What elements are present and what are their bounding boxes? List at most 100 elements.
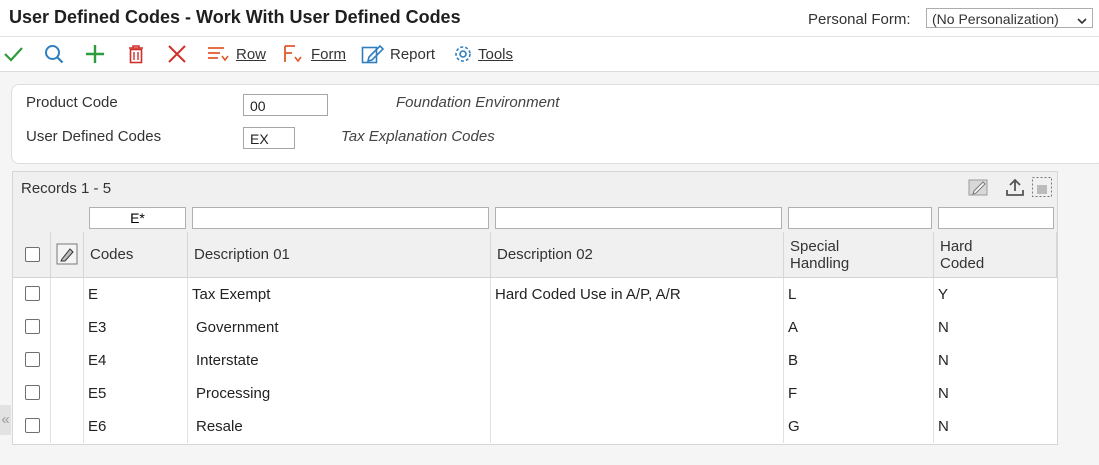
- personal-form-label: Personal Form:: [808, 11, 911, 28]
- row-desc02: [491, 377, 784, 410]
- qbe-desc02-input[interactable]: [495, 207, 782, 229]
- row-code: E3: [84, 311, 188, 344]
- ok-button[interactable]: [2, 41, 24, 67]
- expand-grid-icon[interactable]: [1031, 176, 1053, 203]
- form-menu-icon: [284, 45, 302, 63]
- search-icon: [45, 45, 64, 64]
- grid-header: Records 1 - 5: [13, 172, 1057, 205]
- close-icon: [168, 45, 186, 63]
- personal-form-value: (No Personalization): [932, 11, 1059, 27]
- row-desc02: [491, 311, 784, 344]
- form-menu[interactable]: Form: [281, 41, 346, 67]
- row-hard: N: [938, 352, 949, 369]
- qbe-row: [13, 204, 1057, 233]
- product-code-input[interactable]: 00: [243, 94, 328, 116]
- chevron-down-icon: [1076, 12, 1088, 32]
- row-menu-label: Row: [236, 45, 267, 63]
- collapse-panel-tab[interactable]: «: [0, 405, 11, 435]
- row-menu[interactable]: Row: [206, 41, 266, 67]
- row-code: E6: [84, 410, 188, 443]
- udc-description: Tax Explanation Codes: [341, 128, 495, 145]
- tools-menu-label: Tools: [478, 45, 514, 63]
- report-menu-label: Report: [390, 45, 436, 63]
- row-checkbox[interactable]: [25, 418, 40, 433]
- row-hard: N: [938, 319, 949, 336]
- find-button[interactable]: [43, 41, 65, 67]
- table-row[interactable]: E3 Government A N: [13, 311, 1057, 345]
- row-checkbox[interactable]: [25, 286, 40, 301]
- product-code-description: Foundation Environment: [396, 94, 560, 111]
- row-spacer-cell: [51, 278, 84, 311]
- column-chooser-icon[interactable]: [56, 243, 78, 269]
- row-checkbox[interactable]: [25, 352, 40, 367]
- personal-form-select[interactable]: (No Personalization): [926, 8, 1093, 28]
- row-code: E: [84, 278, 188, 311]
- row-checkbox[interactable]: [25, 385, 40, 400]
- row-special: L: [784, 278, 934, 311]
- delete-button[interactable]: [126, 41, 146, 67]
- edit-grid-icon[interactable]: [968, 177, 990, 202]
- row-desc01: Interstate: [188, 344, 491, 377]
- table-row[interactable]: E6 Resale G N: [13, 410, 1057, 443]
- udc-input[interactable]: EX: [243, 127, 295, 149]
- row-hard: Y: [938, 286, 949, 303]
- column-header-desc02[interactable]: Description 02: [491, 232, 784, 277]
- row-spacer-cell: [51, 410, 84, 443]
- row-special: B: [784, 344, 934, 377]
- row-spacer-cell: [51, 311, 84, 344]
- row-spacer-cell: [51, 377, 84, 410]
- special-handling-line1: Special: [790, 237, 840, 255]
- report-menu[interactable]: Report: [360, 41, 435, 67]
- title-bar: User Defined Codes - Work With User Defi…: [0, 0, 1099, 36]
- column-chooser-cell: [51, 232, 84, 277]
- row-code: E4: [84, 344, 188, 377]
- cancel-button[interactable]: [166, 41, 188, 67]
- page-title: User Defined Codes - Work With User Defi…: [9, 7, 461, 27]
- row-select-cell: [13, 344, 51, 377]
- column-header-desc01[interactable]: Description 01: [188, 232, 491, 277]
- row-desc02: [491, 410, 784, 443]
- row-desc01: Processing: [188, 377, 491, 410]
- row-select-cell: [13, 278, 51, 311]
- checkmark-icon: [4, 47, 23, 62]
- form-menu-label: Form: [311, 45, 346, 63]
- row-special: A: [784, 311, 934, 344]
- trash-icon: [129, 45, 143, 64]
- row-hard: N: [938, 385, 949, 402]
- records-count: Records 1 - 5: [21, 180, 112, 197]
- table-row[interactable]: E4 Interstate B N: [13, 344, 1057, 378]
- row-checkbox[interactable]: [25, 319, 40, 334]
- row-desc02: [491, 344, 784, 377]
- plus-icon: [86, 45, 104, 63]
- table-row[interactable]: E5 Processing F N: [13, 377, 1057, 411]
- select-all-checkbox[interactable]: [25, 247, 40, 262]
- row-desc01: Tax Exempt: [188, 278, 491, 311]
- select-all-cell: [13, 232, 51, 277]
- qbe-hard-input[interactable]: [938, 207, 1054, 229]
- product-code-label: Product Code: [26, 94, 118, 111]
- udc-label: User Defined Codes: [26, 128, 162, 145]
- tools-menu[interactable]: Tools: [452, 41, 513, 67]
- row-spacer-cell: [51, 344, 84, 377]
- row-special: G: [784, 410, 934, 443]
- hard-coded-line1: Hard: [940, 237, 973, 255]
- header-panel: Product Code 00 Foundation Environment U…: [11, 84, 1099, 164]
- export-icon[interactable]: [1004, 177, 1026, 202]
- row-desc02: Hard Coded Use in A/P, A/R: [491, 278, 784, 311]
- column-header-hard-coded[interactable]: Hard Coded: [934, 232, 1057, 277]
- row-code: E5: [84, 377, 188, 410]
- row-special: F: [784, 377, 934, 410]
- qbe-desc01-input[interactable]: [192, 207, 489, 229]
- table-row[interactable]: E Tax Exempt Hard Coded Use in A/P, A/R …: [13, 278, 1057, 312]
- hard-coded-line2: Coded: [940, 254, 985, 272]
- row-select-cell: [13, 410, 51, 443]
- column-header-special-handling[interactable]: Special Handling: [784, 232, 934, 277]
- qbe-codes-input[interactable]: [89, 207, 186, 229]
- row-hard: N: [938, 418, 949, 435]
- add-button[interactable]: [84, 41, 106, 67]
- gear-icon: [455, 46, 471, 62]
- column-header-codes[interactable]: Codes: [84, 232, 188, 277]
- special-handling-line2: Handling: [790, 254, 850, 272]
- row-menu-icon: [208, 47, 229, 62]
- qbe-special-input[interactable]: [788, 207, 932, 229]
